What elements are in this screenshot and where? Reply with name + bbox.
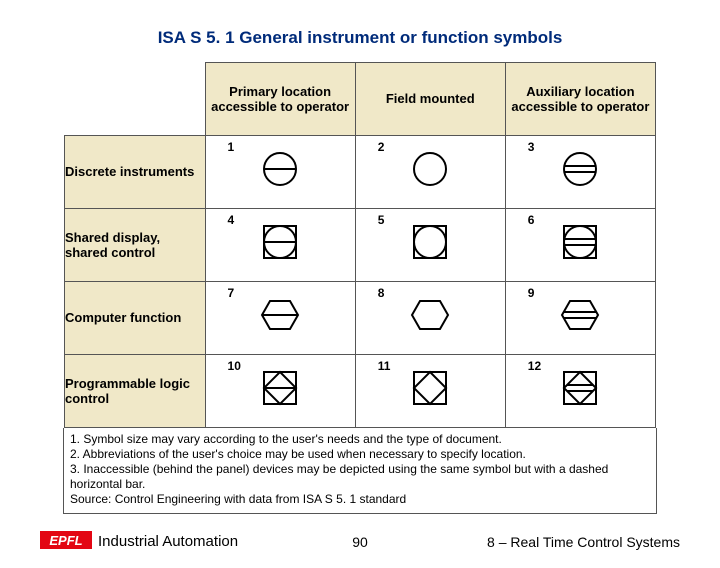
hexagon-icon [408, 293, 452, 342]
square-circle-icon [408, 220, 452, 269]
page-title: ISA S 5. 1 General instrument or functio… [0, 28, 720, 48]
cell-12: 12 [505, 354, 655, 427]
footer-right-text: 8 – Real Time Control Systems [487, 534, 680, 550]
row-label-plc: Programmable logic control [65, 354, 206, 427]
blank-corner [65, 63, 206, 136]
circle-hline-icon [258, 147, 302, 196]
note-source: Source: Control Engineering with data fr… [70, 492, 650, 507]
cell-2: 2 [355, 135, 505, 208]
cell-3: 3 [505, 135, 655, 208]
square-circle-double-hline-icon [558, 220, 602, 269]
circle-double-hline-icon [558, 147, 602, 196]
cell-10: 10 [205, 354, 355, 427]
cell-7: 7 [205, 281, 355, 354]
note-line: 3. Inaccessible (behind the panel) devic… [70, 462, 650, 492]
square-diamond-double-hline-icon [558, 366, 602, 415]
col-header-auxiliary: Auxiliary location accessible to operato… [505, 63, 655, 136]
cell-11: 11 [355, 354, 505, 427]
col-header-primary: Primary location accessible to operator [205, 63, 355, 136]
cell-number: 2 [378, 140, 385, 154]
cell-number: 3 [528, 140, 535, 154]
cell-number: 12 [528, 359, 541, 373]
square-diamond-hline-icon [258, 366, 302, 415]
cell-number: 6 [528, 213, 535, 227]
symbol-table: Primary location accessible to operator … [64, 62, 656, 428]
cell-number: 7 [228, 286, 235, 300]
notes-box: 1. Symbol size may vary according to the… [63, 428, 657, 514]
circle-icon [408, 147, 452, 196]
footer: EPFL Industrial Automation 90 8 – Real T… [0, 518, 720, 558]
cell-5: 5 [355, 208, 505, 281]
note-line: 2. Abbreviations of the user's choice ma… [70, 447, 650, 462]
cell-9: 9 [505, 281, 655, 354]
row-label-shared: Shared display, shared control [65, 208, 206, 281]
cell-number: 8 [378, 286, 385, 300]
hexagon-hline-icon [258, 293, 302, 342]
cell-1: 1 [205, 135, 355, 208]
cell-number: 5 [378, 213, 385, 227]
cell-number: 11 [378, 359, 391, 373]
cell-4: 4 [205, 208, 355, 281]
cell-number: 9 [528, 286, 535, 300]
cell-8: 8 [355, 281, 505, 354]
cell-number: 4 [228, 213, 235, 227]
row-label-discrete: Discrete instruments [65, 135, 206, 208]
hexagon-double-hline-icon [558, 293, 602, 342]
square-circle-hline-icon [258, 220, 302, 269]
cell-number: 1 [228, 140, 235, 154]
cell-6: 6 [505, 208, 655, 281]
row-label-computer: Computer function [65, 281, 206, 354]
col-header-field: Field mounted [355, 63, 505, 136]
note-line: 1. Symbol size may vary according to the… [70, 432, 650, 447]
square-diamond-icon [408, 366, 452, 415]
cell-number: 10 [228, 359, 241, 373]
